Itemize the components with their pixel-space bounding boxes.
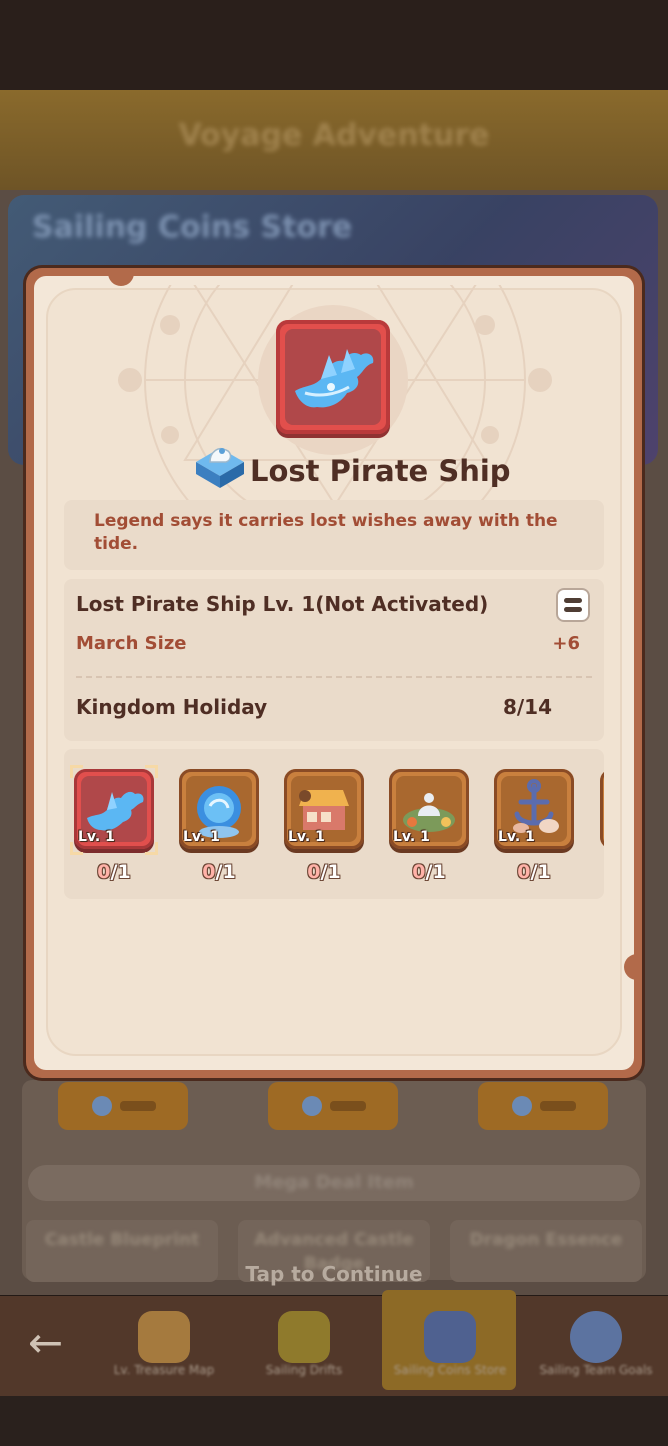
item-count: 0/1 [517,861,551,883]
set-item-partial[interactable] [600,769,604,849]
treasure-map-icon [138,1311,190,1363]
system-bar [0,1396,668,1446]
store-title: Sailing Coins Store [32,210,353,245]
set-item-ghost-ship[interactable]: Lv. 1 0/1 [70,765,158,883]
nav-item-coins-store: Sailing Coins Store [390,1305,510,1393]
stat-value: +6 [552,633,580,654]
hero-item-card [276,320,390,434]
drift-icon [278,1311,330,1363]
buy-button-2 [268,1082,398,1130]
status-area [0,0,668,90]
set-name: Kingdom Holiday [76,695,268,719]
coin-icon [512,1096,532,1116]
nav-item-team-goals: Sailing Team Goals [536,1305,656,1393]
header-title: Voyage Adventure [178,118,490,153]
set-progress: 8/14 [502,695,552,719]
details-list-button[interactable] [556,588,590,622]
back-arrow-icon: ← [28,1318,64,1367]
buy-button-3 [478,1082,608,1130]
item-description: Legend says it carries lost wishes away … [94,511,558,554]
item-count: 0/1 [412,861,446,883]
decoration-category-icon [196,448,244,488]
team-icon [570,1311,622,1363]
buy-button-1 [58,1082,188,1130]
mega-deal-label: Mega Deal Item [254,1172,414,1193]
item-count: 0/1 [97,861,131,883]
item-count: 0/1 [202,861,236,883]
set-item-teapot-feast[interactable]: Lv. 1 0/1 [389,769,469,883]
set-item-market-stall[interactable]: Lv. 1 0/1 [284,769,364,883]
activation-status: Lost Pirate Ship Lv. 1(Not Activated) [76,592,489,616]
tap-to-continue[interactable]: Tap to Continue [0,1262,668,1286]
set-items-list: Lv. 1 0/1 Lv. 1 0/1 Lv. 1 0/1 Lv. 1 0/1 … [64,749,604,899]
divider [76,676,592,678]
nav-item-treasure-map: Lv. Treasure Map [104,1305,224,1393]
set-item-crystal-orb[interactable]: Lv. 1 0/1 [179,769,259,883]
coin-icon [92,1096,112,1116]
nav-item-sailing-drifts: Sailing Drifts [244,1305,364,1393]
coin-icon [302,1096,322,1116]
chest-icon [424,1311,476,1363]
item-name: Lost Pirate Ship [250,454,511,488]
ghost-ship-icon [295,349,374,408]
list-icon [564,598,582,603]
set-item-anchor-shells[interactable]: Lv. 1 0/1 [494,769,574,883]
item-count: 0/1 [307,861,341,883]
stat-name: March Size [76,633,187,654]
